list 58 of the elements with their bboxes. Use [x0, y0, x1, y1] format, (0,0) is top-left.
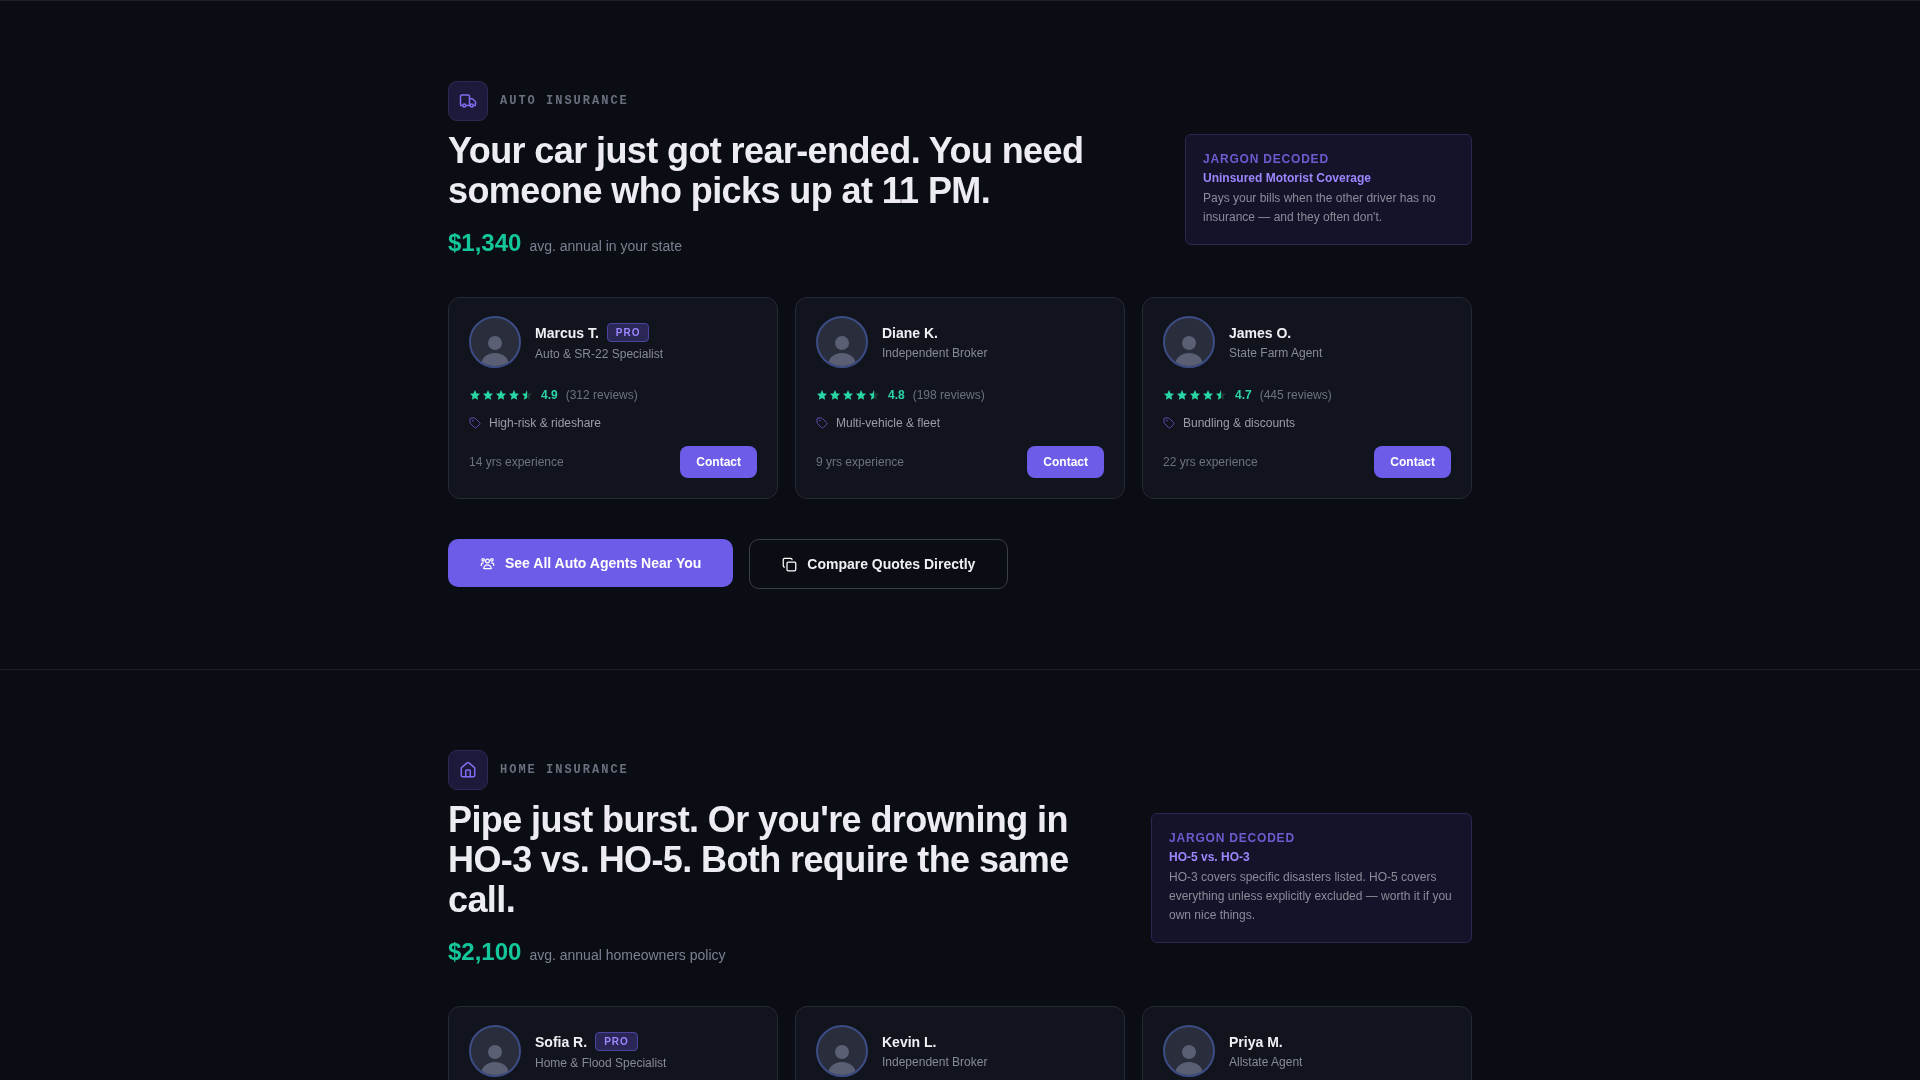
pro-badge: PRO: [606, 323, 650, 342]
avatar: [816, 316, 868, 368]
review-count: (198 reviews): [912, 388, 985, 402]
headline: Pipe just burst. Or you're drowning in HO-3 vs. HO-5. Both require the same call.: [448, 800, 1070, 920]
price: $2,100: [448, 938, 522, 966]
jargon-term: HO-5 vs. HO-3: [1169, 850, 1251, 864]
agent-name: Kevin L.: [882, 1033, 937, 1050]
agent-name: Diane K.: [882, 324, 938, 341]
avatar: [469, 316, 521, 368]
agent-name: Marcus T.: [535, 324, 599, 341]
rating-value: 4.9: [541, 388, 558, 402]
specialty: Bundling & discounts: [1183, 416, 1296, 430]
agent-role: State Farm Agent: [1229, 345, 1323, 360]
review-count: (312 reviews): [565, 388, 638, 402]
jargon-term: Uninsured Motorist Coverage: [1203, 170, 1373, 185]
price: $1,340: [448, 229, 522, 257]
jargon-heading: JARGON DECODED: [1203, 151, 1330, 166]
see-all-agents-button[interactable]: See All Auto Agents Near You: [448, 539, 734, 587]
avatar: [469, 1025, 521, 1077]
headline: Your car just got rear-ended. You need someone who picks up at 11 PM.: [448, 131, 1085, 211]
agent-role: Independent Broker: [882, 1054, 988, 1069]
review-count: (445 reviews): [1259, 388, 1332, 402]
jargon-heading: JARGON DECODED: [1169, 831, 1296, 845]
contact-button[interactable]: Contact: [1027, 446, 1104, 478]
people-icon: [480, 555, 495, 571]
section-label: AUTO INSURANCE: [500, 94, 629, 108]
agent-role: Independent Broker: [882, 345, 988, 360]
agent-role: Allstate Agent: [1229, 1054, 1303, 1069]
jargon-definition: Pays your bills when the other driver has no insurance — and they often don't.: [1203, 189, 1437, 226]
experience: 9 yrs experience: [816, 455, 905, 469]
jargon-definition: HO-3 covers specific disasters listed. HO-5 covers everything unless explicitly excluded — worth it if you own nice things.: [1169, 869, 1453, 924]
agent-role: Home & Flood Specialist: [535, 1056, 667, 1070]
pro-badge: PRO: [595, 1032, 638, 1051]
experience: 14 yrs experience: [469, 455, 564, 469]
avatar: [1163, 316, 1215, 368]
contact-button[interactable]: Contact: [1374, 446, 1451, 478]
rating-value: 4.8: [888, 388, 905, 402]
price-note: avg. annual homeowners policy: [529, 947, 726, 963]
agent-role: Auto & SR-22 Specialist: [535, 347, 664, 361]
agent-name: Sofia R.: [535, 1033, 588, 1050]
tag-icon: [816, 417, 828, 429]
price-note: avg. annual in your state: [529, 238, 682, 254]
documents-icon: [782, 556, 798, 572]
section-label: HOME INSURANCE: [500, 763, 629, 777]
compare-quotes-button[interactable]: Compare Quotes Directly: [749, 539, 1009, 589]
specialty: High-risk & rideshare: [489, 416, 602, 430]
house-icon: [459, 761, 477, 779]
tag-icon: [1163, 417, 1175, 429]
rating-value: 4.7: [1235, 388, 1252, 402]
truck-icon: [459, 92, 477, 110]
experience: 22 yrs experience: [1163, 455, 1258, 469]
specialty: Multi-vehicle & fleet: [836, 416, 941, 430]
tag-icon: [469, 417, 481, 429]
contact-button[interactable]: Contact: [680, 446, 757, 478]
agent-name: James O.: [1229, 324, 1292, 341]
avatar: [816, 1025, 868, 1077]
avatar: [1163, 1025, 1215, 1077]
agent-name: Priya M.: [1229, 1033, 1283, 1050]
